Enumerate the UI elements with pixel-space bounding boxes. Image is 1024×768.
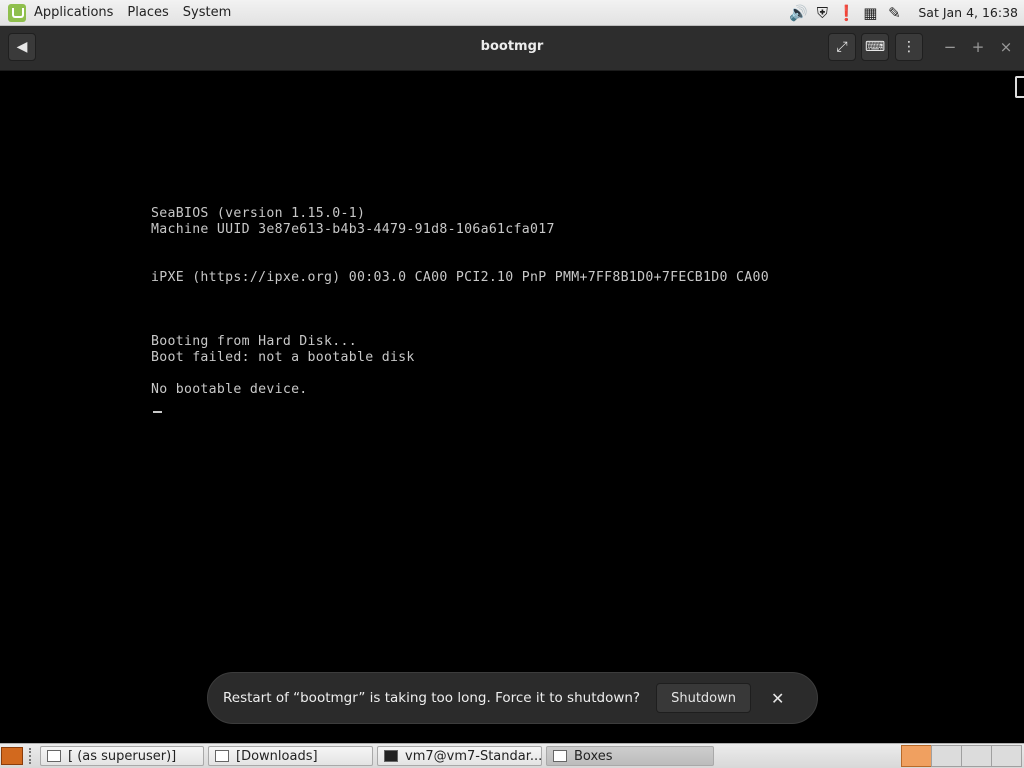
menu-places[interactable]: Places [127,5,168,20]
menu-applications[interactable]: Applications [34,5,113,20]
window-icon [47,750,61,762]
close-notification-icon[interactable]: ✕ [771,689,784,708]
workspace-switcher [901,745,1022,767]
keyboard-button[interactable]: ⌨ [861,33,889,61]
volume-icon[interactable]: 🔊 [788,3,808,23]
workspace-3[interactable] [961,745,992,767]
text-cursor [153,411,162,413]
console-line: SeaBIOS (version 1.15.0-1) [151,206,366,221]
close-button[interactable]: × [997,38,1015,56]
window-titlebar: ◀ bootmgr ⤢ ⌨ ⋮ − + × [0,26,1024,71]
taskbar-item-label: [ (as superuser)] [68,748,177,764]
notification-toast: Restart of “bootmgr” is taking too long.… [207,672,818,724]
mouse-pointer-icon [1015,76,1024,98]
shutdown-button[interactable]: Shutdown [656,683,751,713]
notification-message: Restart of “bootmgr” is taking too long.… [223,690,641,706]
clipboard-icon[interactable]: ❗ [836,3,856,23]
workspace-1[interactable] [901,745,932,767]
menu-system[interactable]: System [183,5,231,20]
calendar-icon[interactable]: ▦ [860,3,880,23]
console-line: Booting from Hard Disk... [151,334,357,349]
console-line: Boot failed: not a bootable disk [151,350,415,365]
workspace-4[interactable] [991,745,1022,767]
taskbar-item[interactable]: Boxes [546,746,714,766]
fullscreen-icon: ⤢ [836,39,848,55]
console-line: Machine UUID 3e87e613-b4b3-4479-91d8-106… [151,222,555,237]
taskbar-item-label: Boxes [574,748,613,764]
folder-icon [215,750,229,762]
show-desktop-button[interactable] [1,747,23,765]
clock[interactable]: Sat Jan 4, 16:38 [918,5,1018,20]
vm-console[interactable]: SeaBIOS (version 1.15.0-1) Machine UUID … [0,71,1024,743]
taskbar-item[interactable]: [Downloads] [208,746,373,766]
fullscreen-button[interactable]: ⤢ [828,33,856,61]
boxes-icon [553,750,567,762]
network-icon[interactable]: ✎ [884,3,904,23]
maximize-button[interactable]: + [969,38,987,56]
taskbar-item[interactable]: vm7@vm7-Standar... [377,746,542,766]
keyboard-icon: ⌨ [864,39,886,55]
workspace-2[interactable] [931,745,962,767]
bottom-taskbar: [ (as superuser)] [Downloads] vm7@vm7-St… [0,743,1024,768]
terminal-icon [384,750,398,762]
top-panel: Applications Places System 🔊 ⛨ ❗ ▦ ✎ Sat… [0,0,1024,26]
shield-icon[interactable]: ⛨ [812,3,832,23]
menu-button[interactable]: ⋮ [895,33,923,61]
taskbar-item-label: [Downloads] [236,748,318,764]
minimize-button[interactable]: − [941,38,959,56]
console-line: iPXE (https://ipxe.org) 00:03.0 CA00 PCI… [151,270,769,285]
console-line: No bootable device. [151,382,308,397]
mint-menu-icon[interactable] [8,3,26,22]
system-tray: 🔊 ⛨ ❗ ▦ ✎ Sat Jan 4, 16:38 [788,3,1018,23]
taskbar-item[interactable]: [ (as superuser)] [40,746,204,766]
taskbar-item-label: vm7@vm7-Standar... [405,748,542,764]
vertical-dots-icon: ⋮ [902,39,916,55]
panel-grip[interactable] [29,748,34,764]
